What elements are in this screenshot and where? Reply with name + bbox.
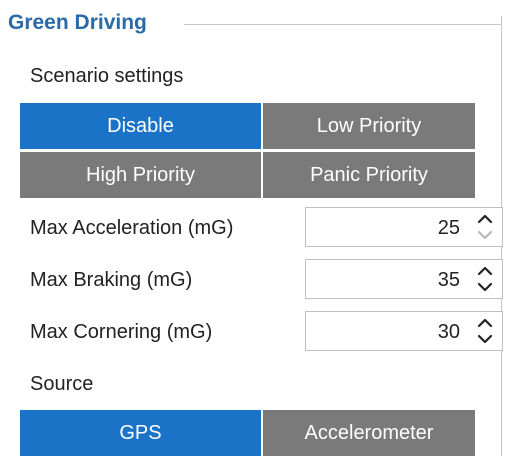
max-cornering-spinner (474, 315, 496, 347)
max-cornering-row: Max Cornering (mG) 30 (30, 311, 503, 353)
group-title: Green Driving (8, 11, 147, 34)
chevron-up-icon[interactable] (474, 211, 496, 227)
max-braking-row: Max Braking (mG) 35 (30, 259, 503, 301)
max-acceleration-row: Max Acceleration (mG) 25 (30, 207, 503, 249)
max-acceleration-spinner (474, 211, 496, 243)
scenario-panic-priority-button[interactable]: Panic Priority (263, 152, 475, 198)
max-braking-input[interactable]: 35 (305, 259, 503, 299)
max-braking-spinner (474, 263, 496, 295)
chevron-down-icon[interactable] (474, 227, 496, 243)
chevron-up-icon[interactable] (474, 263, 496, 279)
green-driving-panel: Green Driving Scenario settings Disable … (0, 0, 507, 459)
max-cornering-input[interactable]: 30 (305, 311, 503, 351)
chevron-down-icon[interactable] (474, 279, 496, 295)
max-acceleration-label: Max Acceleration (mG) (30, 217, 234, 239)
chevron-up-icon[interactable] (474, 315, 496, 331)
scenario-low-priority-button[interactable]: Low Priority (263, 103, 475, 149)
source-gps-button[interactable]: GPS (20, 410, 261, 456)
max-acceleration-value: 25 (437, 217, 460, 239)
max-braking-value: 35 (437, 269, 460, 291)
max-cornering-value: 30 (437, 321, 460, 343)
scenario-disable-button[interactable]: Disable (20, 103, 261, 149)
source-label: Source (30, 373, 94, 395)
max-braking-label: Max Braking (mG) (30, 269, 193, 291)
max-acceleration-input[interactable]: 25 (305, 207, 503, 247)
group-divider (184, 24, 502, 25)
scenario-button-group: Disable Low Priority High Priority Panic… (20, 103, 475, 198)
max-cornering-label: Max Cornering (mG) (30, 321, 213, 343)
group-header: Green Driving (0, 8, 507, 38)
source-accelerometer-button[interactable]: Accelerometer (263, 410, 475, 456)
chevron-down-icon[interactable] (474, 331, 496, 347)
scenario-settings-label: Scenario settings (30, 65, 184, 87)
source-button-group: GPS Accelerometer (20, 410, 475, 456)
scenario-high-priority-button[interactable]: High Priority (20, 152, 261, 198)
